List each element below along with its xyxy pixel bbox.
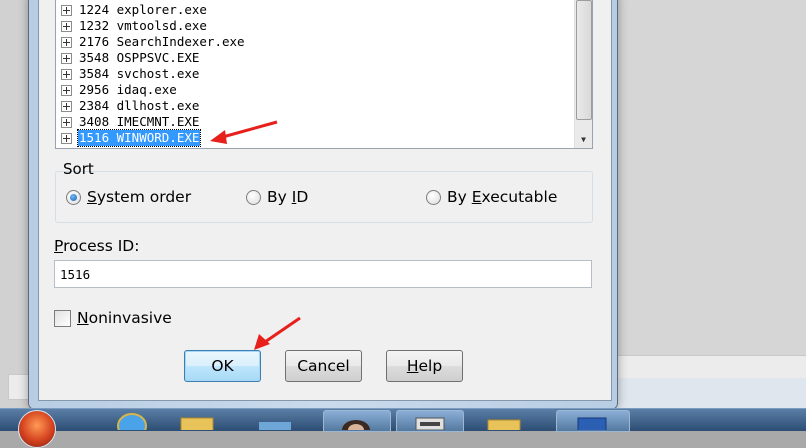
process-label: 1224 explorer.exe bbox=[79, 2, 207, 17]
process-row[interactable]: 1224 explorer.exe bbox=[61, 2, 208, 18]
process-row[interactable]: 3408 IMECMNT.EXE bbox=[61, 114, 200, 130]
word-icon bbox=[577, 417, 607, 430]
checkbox-unchecked-icon[interactable] bbox=[54, 309, 71, 327]
help-button[interactable]: Help bbox=[386, 350, 463, 382]
ok-button[interactable]: OK bbox=[184, 350, 261, 382]
folder-icon[interactable] bbox=[175, 414, 219, 430]
sort-by-executable-radio[interactable]: By Executable bbox=[426, 188, 557, 206]
expand-icon[interactable] bbox=[61, 52, 72, 64]
process-list[interactable]: 1224 explorer.exe 1232 vmtoolsd.exe 2176… bbox=[55, 0, 593, 149]
sort-system-order-radio[interactable]: System order bbox=[66, 188, 191, 206]
sort-by-id-radio[interactable]: By ID bbox=[246, 188, 308, 206]
person-photo-icon bbox=[342, 420, 370, 430]
scroll-down-arrow-icon[interactable]: ▼ bbox=[575, 131, 592, 148]
process-row[interactable]: 2176 SearchIndexer.exe bbox=[61, 34, 246, 50]
attach-dialog: 1224 explorer.exe 1232 vmtoolsd.exe 2176… bbox=[38, 0, 612, 401]
radio-checked-icon[interactable] bbox=[66, 189, 81, 205]
expand-icon[interactable] bbox=[61, 36, 72, 48]
background-panel bbox=[612, 378, 806, 408]
process-label: 3408 IMECMNT.EXE bbox=[79, 114, 200, 129]
process-id-label: Process ID: bbox=[54, 237, 140, 255]
expand-icon[interactable] bbox=[61, 20, 72, 32]
radio-label: By ID bbox=[267, 188, 309, 206]
radio-unchecked-icon[interactable] bbox=[426, 189, 441, 205]
checkbox-label: Noninvasive bbox=[77, 309, 172, 327]
process-id-field[interactable] bbox=[54, 260, 592, 288]
expand-icon[interactable] bbox=[61, 84, 72, 96]
process-label: 1516 WINWORD.EXE bbox=[76, 129, 202, 147]
expand-icon[interactable] bbox=[61, 68, 72, 80]
scrollbar-thumb[interactable] bbox=[576, 0, 592, 120]
process-row[interactable]: 3584 svchost.exe bbox=[61, 66, 200, 82]
process-row-selected[interactable]: 1516 WINWORD.EXE bbox=[61, 129, 202, 147]
process-row[interactable]: 1232 vmtoolsd.exe bbox=[61, 18, 208, 34]
expand-icon[interactable] bbox=[61, 100, 72, 112]
process-label: 3584 svchost.exe bbox=[79, 66, 200, 81]
expand-icon[interactable] bbox=[61, 4, 72, 16]
media-player-icon[interactable] bbox=[255, 420, 295, 430]
keyboard-device-icon bbox=[415, 417, 445, 430]
expand-icon[interactable] bbox=[61, 116, 72, 128]
start-orb-icon[interactable] bbox=[18, 410, 56, 448]
process-row[interactable]: 3548 OSPPSVC.EXE bbox=[61, 50, 200, 66]
expand-icon[interactable] bbox=[61, 132, 72, 144]
process-label: 2176 SearchIndexer.exe bbox=[79, 34, 245, 49]
folder-icon[interactable] bbox=[482, 414, 526, 430]
radio-label: System order bbox=[87, 188, 192, 206]
radio-label: By Executable bbox=[447, 188, 558, 206]
radio-unchecked-icon[interactable] bbox=[246, 189, 261, 205]
process-row[interactable]: 2384 dllhost.exe bbox=[61, 98, 200, 114]
noninvasive-checkbox[interactable]: Noninvasive bbox=[54, 309, 172, 327]
process-list-scrollbar[interactable]: ▼ bbox=[574, 0, 592, 148]
cancel-button[interactable]: Cancel bbox=[285, 350, 362, 382]
process-label: 3548 OSPPSVC.EXE bbox=[79, 50, 200, 65]
process-label: 2384 dllhost.exe bbox=[79, 98, 200, 113]
sort-group-title: Sort bbox=[63, 160, 94, 178]
process-label: 2956 idaq.exe bbox=[79, 82, 177, 97]
annotation-arrow-icon bbox=[254, 316, 301, 350]
process-label: 1232 vmtoolsd.exe bbox=[79, 18, 207, 33]
annotation-arrow-icon bbox=[210, 120, 278, 144]
internet-explorer-icon[interactable] bbox=[110, 412, 154, 430]
background-window-right bbox=[612, 0, 806, 378]
background-statusbar bbox=[612, 355, 806, 378]
process-row[interactable]: 2956 idaq.exe bbox=[61, 82, 178, 98]
